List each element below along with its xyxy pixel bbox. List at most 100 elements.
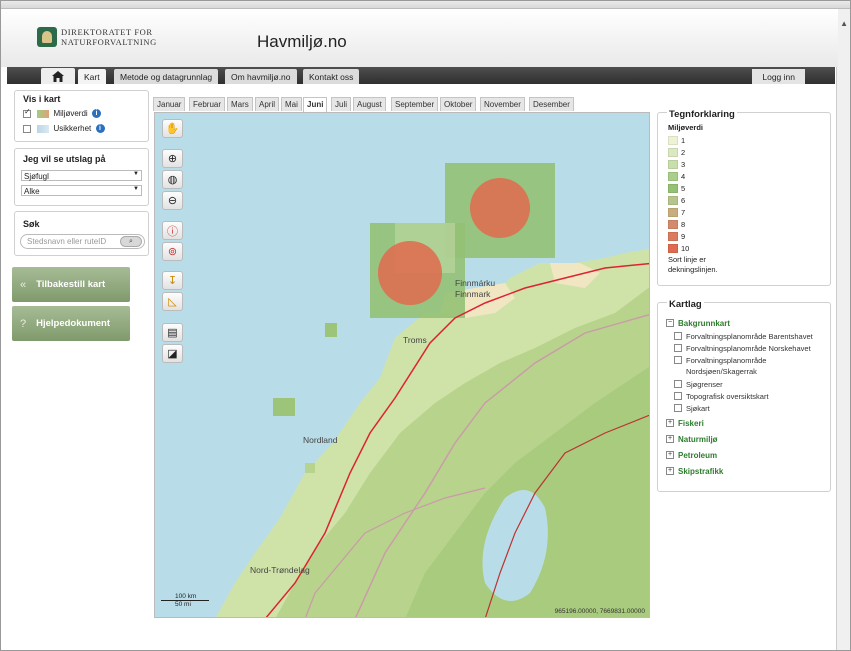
tab-desember[interactable]: Desember [529, 97, 574, 111]
main-content: Vis i kart Miljøverdi i Usikkerhet i Jeg… [7, 84, 835, 650]
legend-label: 1 [681, 135, 686, 145]
login-button[interactable]: Logg inn [752, 69, 805, 84]
map-label-nordland: Nordland [303, 435, 338, 445]
legend-label: 3 [681, 159, 686, 169]
nav-tab-metode[interactable]: Metode og datagrunnlag [114, 69, 219, 84]
legend-row: 7 [668, 206, 689, 218]
expand-icon[interactable]: + [666, 419, 674, 427]
double-chevron-left-icon: « [20, 278, 27, 291]
map-canvas[interactable] [155, 113, 650, 618]
species-select[interactable]: Alke ▼ [21, 185, 142, 196]
layer-group-skipstrafikk[interactable]: + Skipstrafikk [666, 463, 826, 479]
search-input[interactable]: Stedsnavn eller ruteID ⌕ [20, 234, 145, 249]
legend-label: 8 [681, 219, 686, 229]
legend-title: Tegnforklaring [667, 109, 737, 120]
layer-group-petroleum[interactable]: + Petroleum [666, 447, 826, 463]
tab-september[interactable]: September [391, 97, 439, 111]
zoom-in-icon[interactable]: ⊕ [162, 149, 183, 168]
nav-home-button[interactable] [41, 68, 75, 84]
site-title: Havmiljø.no [257, 32, 347, 51]
collapse-icon[interactable]: − [666, 319, 674, 327]
reset-map-label: Tilbakestill kart [36, 279, 106, 290]
layer-label: Forvaltningsplanområde Nordsjøen/Skagerr… [686, 356, 767, 376]
tab-april[interactable]: April [255, 97, 280, 111]
logo-line1: DIREKTORATET FOR [61, 27, 153, 37]
layer-group-fiskeri[interactable]: + Fiskeri [666, 415, 826, 431]
kartlag-title: Kartlag [667, 299, 704, 310]
tab-juli[interactable]: Juli [331, 97, 352, 111]
species-group-select[interactable]: Sjøfugl ▼ [21, 170, 142, 181]
overview-icon[interactable]: ◪ [162, 344, 183, 363]
tab-januar[interactable]: Januar [153, 97, 186, 111]
info-icon[interactable]: ⓘ [162, 221, 183, 240]
miljoverdi-checkbox[interactable] [23, 107, 31, 118]
legend-row: 10 [668, 242, 689, 254]
map-viewport[interactable]: ✋ ⊕ ◍ ⊖ ⓘ ⊚ ↧ ◺ ▤ ◪ Finnmárku Finnmark T… [154, 112, 650, 618]
expand-icon[interactable]: + [666, 451, 674, 459]
info-icon[interactable]: i [91, 109, 101, 119]
layer-label: Sjøgrenser [686, 380, 723, 389]
layer-group-label: Naturmiljø [678, 434, 718, 444]
tab-oktober[interactable]: Oktober [440, 97, 477, 111]
layer-label: Sjøkart [686, 404, 710, 413]
legend-swatch [668, 207, 678, 217]
scroll-up-icon[interactable]: ▲ [840, 19, 848, 28]
logo[interactable]: DIREKTORATET FOR NATURFORVALTNING [37, 27, 157, 47]
legend-row: 2 [668, 146, 689, 158]
layer-item[interactable]: Sjøkart [666, 403, 826, 415]
layer-label: Forvaltningsplanområde Norskehavet [686, 344, 811, 353]
legend-label: 6 [681, 195, 686, 205]
layer-label: Topografisk oversiktskart [686, 392, 769, 401]
layer-group-naturmiljø[interactable]: + Naturmiljø [666, 431, 826, 447]
tab-mars[interactable]: Mars [227, 97, 253, 111]
legend-label: 9 [681, 231, 686, 241]
pan-icon[interactable]: ✋ [162, 119, 183, 138]
expand-icon[interactable]: + [666, 467, 674, 475]
chevron-down-icon: ▼ [133, 186, 139, 192]
layer-item[interactable]: Forvaltningsplanområde Barentshavet [666, 331, 826, 343]
tab-august[interactable]: August [353, 97, 386, 111]
reset-map-button[interactable]: « Tilbakestill kart [12, 267, 130, 302]
miljoverdi-row: Miljøverdi i [23, 107, 101, 119]
species-group-value: Sjøfugl [24, 172, 49, 181]
usikkerhet-checkbox[interactable] [23, 124, 31, 133]
search-button[interactable]: ⌕ [120, 236, 142, 247]
layer-checkbox[interactable] [674, 392, 682, 400]
search-placeholder: Stedsnavn eller ruteID [27, 237, 107, 246]
layer-checkbox[interactable] [674, 332, 682, 340]
vertical-scrollbar[interactable]: ▲ [836, 9, 850, 650]
tab-mai[interactable]: Mai [281, 97, 302, 111]
expand-icon[interactable]: + [666, 435, 674, 443]
print-icon[interactable]: ▤ [162, 323, 183, 342]
help-document-button[interactable]: ? Hjelpedokument [12, 306, 130, 341]
nav-tab-om[interactable]: Om havmiljø.no [225, 69, 297, 84]
info-multi-icon[interactable]: ⊚ [162, 242, 183, 261]
zoom-out-icon[interactable]: ⊖ [162, 191, 183, 210]
globe-icon[interactable]: ◍ [162, 170, 183, 189]
layer-group-label: Petroleum [678, 450, 718, 460]
miljoverdi-label: Miljøverdi [53, 109, 88, 118]
measure-line-icon[interactable]: ↧ [162, 271, 183, 290]
layer-item[interactable]: Forvaltningsplanområde Nordsjøen/Skagerr… [666, 355, 826, 379]
window-top-strip [1, 1, 850, 9]
tab-juni[interactable]: Juni [303, 97, 328, 112]
tab-november[interactable]: November [480, 97, 525, 111]
layer-checkbox[interactable] [674, 344, 682, 352]
utslag-title: Jeg vil se utslag på [23, 154, 106, 164]
info-icon[interactable]: i [95, 124, 105, 134]
nav-tab-kontakt[interactable]: Kontakt oss [303, 69, 360, 84]
layer-checkbox[interactable] [674, 356, 682, 364]
kartlag-panel: Kartlag − Bakgrunnkart Forvaltningsplanomr… [657, 299, 831, 492]
tab-februar[interactable]: Februar [189, 97, 226, 111]
layer-item[interactable]: Sjøgrenser [666, 379, 826, 391]
layer-item[interactable]: Topografisk oversiktskart [666, 391, 826, 403]
legend-note: Sort linje er dekningslinjen. [668, 255, 718, 274]
layer-group-bakgrunnkart[interactable]: − Bakgrunnkart [666, 315, 826, 331]
layer-checkbox[interactable] [674, 404, 682, 412]
measure-area-icon[interactable]: ◺ [162, 292, 183, 311]
nav-tab-kart[interactable]: Kart [78, 69, 106, 84]
layer-item[interactable]: Forvaltningsplanområde Norskehavet [666, 343, 826, 355]
legend-swatch [668, 219, 678, 229]
layer-checkbox[interactable] [674, 380, 682, 388]
chevron-down-icon: ▼ [133, 171, 139, 177]
